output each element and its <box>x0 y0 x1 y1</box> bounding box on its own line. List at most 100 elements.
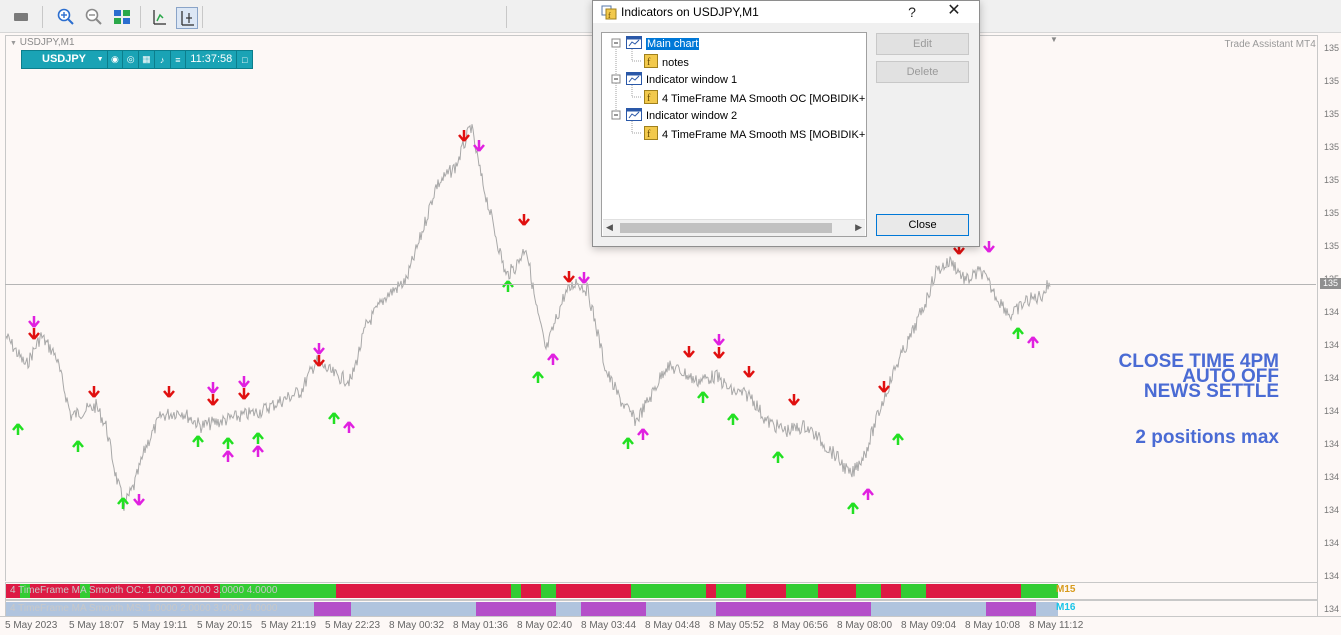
indicator-bar <box>351 602 476 616</box>
note-news-settle: NEWS SETTLE <box>1143 381 1279 402</box>
camera-icon[interactable]: ◉ <box>108 51 124 68</box>
arrow-down-icon <box>878 381 890 393</box>
chart-shift-icon[interactable] <box>176 7 198 29</box>
tile-windows-icon[interactable] <box>112 7 132 27</box>
horizontal-scrollbar[interactable]: ◀ ▶ <box>603 219 865 236</box>
indicator-bar <box>556 602 581 616</box>
price-axis-tick: 135 <box>1324 43 1340 53</box>
delete-button[interactable]: Delete <box>876 61 969 83</box>
period-separator-icon[interactable] <box>149 7 169 27</box>
indicator-bar <box>511 584 521 598</box>
time-axis-tick: 8 May 11:12 <box>1029 620 1084 631</box>
window-icon[interactable]: □ <box>237 51 252 68</box>
indicators-tree[interactable]: Main chart f notes Indicator window 1 f … <box>601 32 867 237</box>
arrow-up-icon <box>547 353 559 365</box>
arrow-down-icon <box>683 346 695 358</box>
indicator-bar <box>541 584 556 598</box>
current-price-tag: 135 <box>1320 278 1341 289</box>
chart-shift-marker-icon[interactable]: ▼ <box>1050 35 1058 44</box>
edit-button[interactable]: Edit <box>876 33 969 55</box>
time-axis-tick: 8 May 09:04 <box>901 620 957 631</box>
arrow-down-icon <box>28 316 40 328</box>
chart-window-icon <box>626 36 642 52</box>
scroll-right-icon[interactable]: ▶ <box>855 222 862 233</box>
scrollbar-thumb[interactable] <box>620 223 832 233</box>
arrow-down-icon <box>563 271 575 283</box>
arrow-up-icon <box>772 451 784 463</box>
toolbar-right <box>978 0 1341 33</box>
arrow-up-icon <box>847 502 859 514</box>
price-axis-tick: 134 <box>1324 340 1340 350</box>
time-axis[interactable]: 5 May 2023 5 May 18:07 5 May 19:11 5 May 20… <box>0 616 1341 635</box>
price-axis-tick: 135 <box>1324 109 1340 119</box>
arrow-down-icon <box>88 386 100 398</box>
arrow-down-icon <box>133 494 145 506</box>
arrow-up-icon <box>697 391 709 403</box>
tree-node-indicator-window-2[interactable]: Indicator window 2 <box>626 108 737 124</box>
time-axis-tick: 5 May 22:23 <box>325 620 381 631</box>
trade-control-bar[interactable]: USDJPY ▼ ◉ ◎ ▦ ♪ ≡ 11:37:58 □ <box>21 50 253 69</box>
arrow-down-icon <box>983 241 995 253</box>
dialog-title: Indicators on USDJPY,M1 <box>621 5 759 19</box>
indicators-dialog: f Indicators on USDJPY,M1 ? ✕ Main chart… <box>592 0 980 247</box>
chart-window-icon <box>626 72 642 88</box>
indicator-bar <box>818 584 856 598</box>
zoom-out-icon[interactable] <box>84 7 104 27</box>
arrow-up-icon <box>72 440 84 452</box>
price-axis-tick: 135 <box>1324 142 1340 152</box>
indicator-bar <box>871 602 986 616</box>
help-button[interactable]: ? <box>902 2 922 22</box>
zoom-in-icon[interactable] <box>56 7 76 27</box>
indicator-bar <box>716 602 871 616</box>
indicator-1-label: 4 TimeFrame MA Smooth OC: 1.0000 2.0000 … <box>10 585 278 596</box>
bell-icon[interactable]: ♪ <box>155 51 171 68</box>
tree-node-notes[interactable]: f notes <box>644 54 689 71</box>
menu-icon[interactable]: ≡ <box>171 51 187 68</box>
indicator-bar <box>786 584 798 598</box>
indicator-bar <box>1021 584 1058 598</box>
indicator-bar <box>706 584 716 598</box>
price-axis-tick: 134 <box>1324 307 1340 317</box>
time-axis-tick: 8 May 03:44 <box>581 620 637 631</box>
eye-icon[interactable]: ◎ <box>123 51 140 68</box>
indicator-bar <box>856 584 881 598</box>
scroll-left-icon[interactable]: ◀ <box>606 222 613 233</box>
price-axis-tick: 135 <box>1324 76 1340 86</box>
clock-display: 11:37:58 <box>186 51 238 68</box>
indicator-bar <box>901 584 926 598</box>
time-axis-tick: 8 May 00:32 <box>389 620 445 631</box>
close-button[interactable]: Close <box>876 214 969 236</box>
tree-node-window2-indicator[interactable]: f 4 TimeFrame MA Smooth MS [MOBIDIK+ <box>644 126 865 143</box>
note-positions-max: 2 positions max <box>1135 427 1279 448</box>
chart-symbol-title: ▼ USDJPY,M1 <box>10 37 75 48</box>
time-axis-tick: 8 May 05:52 <box>709 620 765 631</box>
price-axis-tick: 135 <box>1324 241 1340 251</box>
arrow-down-icon <box>238 388 250 400</box>
time-axis-tick: 8 May 10:08 <box>965 620 1021 631</box>
close-icon[interactable]: ✕ <box>939 1 969 23</box>
symbol-selector[interactable]: USDJPY ▼ <box>22 51 108 68</box>
crosshair-icon[interactable] <box>11 7 31 27</box>
arrow-up-icon <box>1027 336 1039 348</box>
arrow-up-icon <box>222 450 234 462</box>
arrow-up-icon <box>727 413 739 425</box>
arrow-up-icon <box>622 437 634 449</box>
price-axis-tick: 134 <box>1324 505 1340 515</box>
time-axis-tick: 5 May 21:19 <box>261 620 317 631</box>
tree-node-main-chart[interactable]: Main chart <box>626 36 700 52</box>
tree-node-indicator-window-1[interactable]: Indicator window 1 <box>626 72 737 88</box>
calendar-icon[interactable]: ▦ <box>139 51 155 68</box>
indicator-window-1[interactable]: 4 TimeFrame MA Smooth OC: 1.0000 2.0000 … <box>5 582 1318 600</box>
arrow-up-icon <box>1012 327 1024 339</box>
price-axis-tick: 134 <box>1324 406 1340 416</box>
price-axis[interactable]: 135 135 135 135 135 135 135 135 134 134 134 134 134 1… <box>1317 35 1341 615</box>
price-axis-tick: 135 <box>1324 208 1340 218</box>
indicator-bar <box>986 602 1036 616</box>
indicator-bar <box>336 584 511 598</box>
arrow-up-icon <box>222 437 234 449</box>
tree-node-window1-indicator[interactable]: f 4 TimeFrame MA Smooth OC [MOBIDIK+ <box>644 90 865 107</box>
dialog-titlebar[interactable]: f Indicators on USDJPY,M1 ? ✕ <box>593 1 979 23</box>
indicator-bar <box>881 584 901 598</box>
price-axis-tick: 134 <box>1324 571 1340 581</box>
arrow-down-icon <box>713 334 725 346</box>
